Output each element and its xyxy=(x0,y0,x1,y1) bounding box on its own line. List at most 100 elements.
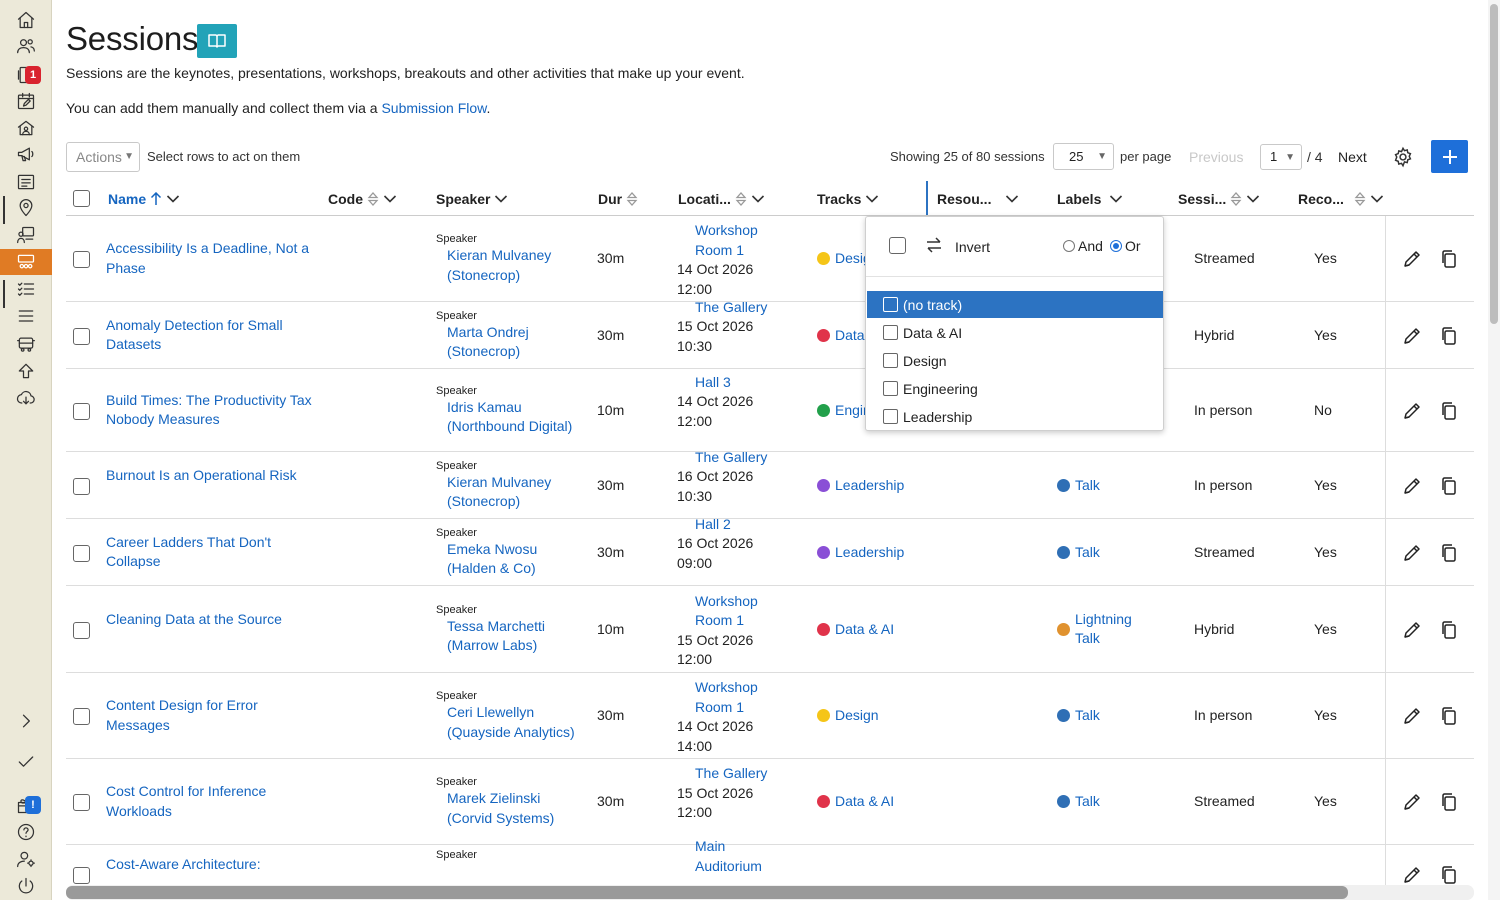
sidebar-item-people[interactable] xyxy=(0,33,52,59)
page-select[interactable]: 1 ▼ xyxy=(1260,144,1302,170)
track-link[interactable]: Data & AI xyxy=(817,792,894,812)
speaker-link[interactable]: Kieran Mulvaney (Stonecrop) xyxy=(436,246,576,285)
track-option-checkbox[interactable] xyxy=(883,325,898,340)
track-option[interactable]: Leadership xyxy=(867,403,1163,430)
duplicate-icon[interactable] xyxy=(1438,325,1460,347)
edit-pencil-icon[interactable] xyxy=(1401,791,1423,813)
edit-pencil-icon[interactable] xyxy=(1401,542,1423,564)
edit-pencil-icon[interactable] xyxy=(1401,864,1423,886)
sidebar-item-help[interactable] xyxy=(0,819,52,845)
duplicate-icon[interactable] xyxy=(1438,400,1460,422)
speaker-link[interactable]: Emeka Nwosu (Halden & Co) xyxy=(436,540,576,579)
label-link[interactable]: Talk xyxy=(1057,706,1147,726)
and-radio-circle[interactable] xyxy=(1063,240,1075,252)
horizontal-scrollbar-thumb[interactable] xyxy=(66,886,1348,899)
chevron-down-icon[interactable] xyxy=(751,194,765,204)
chevron-down-icon[interactable] xyxy=(166,194,180,204)
edit-pencil-icon[interactable] xyxy=(1401,248,1423,270)
location-link[interactable]: Workshop Room 1 xyxy=(677,221,782,260)
sidebar-item-upload[interactable] xyxy=(0,358,52,384)
horizontal-scrollbar[interactable] xyxy=(66,885,1474,900)
location-link[interactable]: Hall 3 xyxy=(677,373,782,393)
speaker-link[interactable]: Ceri Llewellyn (Quayside Analytics) xyxy=(436,703,576,742)
row-checkbox[interactable] xyxy=(73,867,90,884)
session-name-link[interactable]: Career Ladders That Don't Collapse xyxy=(106,533,316,572)
invert-label[interactable]: Invert xyxy=(955,239,990,255)
session-name-link[interactable]: Cost-Aware Architecture: xyxy=(106,855,316,875)
track-option-checkbox[interactable] xyxy=(883,353,898,368)
sidebar-item-checklist[interactable] xyxy=(0,276,52,302)
track-link[interactable]: Leadership xyxy=(817,543,904,563)
row-checkbox[interactable] xyxy=(73,544,90,562)
location-link[interactable]: Workshop Room 1 xyxy=(677,592,782,631)
or-radio[interactable]: Or xyxy=(1110,238,1141,254)
help-guide-button[interactable] xyxy=(197,24,237,58)
sidebar-item-megaphone[interactable] xyxy=(0,141,52,167)
location-link[interactable]: Workshop Room 1 xyxy=(677,678,782,717)
location-link[interactable]: The Gallery xyxy=(677,298,782,318)
chevron-down-icon[interactable] xyxy=(1370,194,1384,204)
select-all-tracks-checkbox[interactable] xyxy=(889,237,906,254)
row-checkbox[interactable] xyxy=(73,327,90,345)
edit-pencil-icon[interactable] xyxy=(1401,705,1423,727)
label-link[interactable]: Talk xyxy=(1057,792,1147,812)
previous-button[interactable]: Previous xyxy=(1189,149,1243,165)
vertical-scrollbar[interactable] xyxy=(1488,0,1500,900)
column-resize-handle[interactable] xyxy=(926,181,928,215)
track-link[interactable]: Data & AI xyxy=(817,620,894,640)
add-session-button[interactable] xyxy=(1431,140,1468,173)
sidebar-item-location-pin[interactable] xyxy=(0,195,52,221)
actions-dropdown[interactable]: Actions ▼ xyxy=(66,142,140,172)
track-option-checkbox[interactable] xyxy=(883,409,898,424)
speaker-link[interactable]: Marek Zielinski (Corvid Systems) xyxy=(436,789,576,828)
column-recorded[interactable]: Reco... xyxy=(1298,191,1384,207)
sidebar-item-cloud-download[interactable] xyxy=(0,385,52,411)
duplicate-icon[interactable] xyxy=(1438,248,1460,270)
row-checkbox[interactable] xyxy=(73,794,90,811)
column-resources[interactable]: Resou... xyxy=(937,191,1019,207)
column-name[interactable]: Name xyxy=(108,191,180,207)
duplicate-icon[interactable] xyxy=(1438,791,1460,813)
speaker-link[interactable]: Marta Ondrej (Stonecrop) xyxy=(436,323,576,362)
session-name-link[interactable]: Cleaning Data at the Source xyxy=(106,610,316,630)
location-link[interactable]: Hall 2 xyxy=(677,515,782,535)
session-name-link[interactable]: Anomaly Detection for Small Datasets xyxy=(106,316,316,355)
row-checkbox[interactable] xyxy=(73,477,90,495)
gear-icon[interactable] xyxy=(1392,146,1414,168)
location-link[interactable]: Main Auditorium xyxy=(677,837,782,876)
duplicate-icon[interactable] xyxy=(1438,475,1460,497)
chevron-down-icon[interactable] xyxy=(494,194,508,204)
row-checkbox[interactable] xyxy=(73,708,90,725)
column-speaker[interactable]: Speaker xyxy=(436,191,508,207)
sidebar-item-bus[interactable] xyxy=(0,331,52,357)
sidebar-item-calendar-edit[interactable] xyxy=(0,88,52,114)
speaker-link[interactable]: Tessa Marchetti (Marrow Labs) xyxy=(436,617,576,656)
vertical-scrollbar-thumb[interactable] xyxy=(1490,4,1498,324)
chevron-down-icon[interactable] xyxy=(865,194,879,204)
session-name-link[interactable]: Cost Control for Inference Workloads xyxy=(106,782,316,821)
chevron-down-icon[interactable] xyxy=(383,194,397,204)
sidebar-item-list[interactable] xyxy=(0,169,52,195)
sidebar-item-power[interactable] xyxy=(0,873,52,899)
session-name-link[interactable]: Build Times: The Productivity Tax Nobody… xyxy=(106,391,316,430)
location-link[interactable]: The Gallery xyxy=(677,448,782,468)
column-location[interactable]: Locati... xyxy=(678,191,765,207)
track-option-checkbox[interactable] xyxy=(883,297,898,312)
row-checkbox[interactable] xyxy=(73,251,90,268)
track-link[interactable]: Design xyxy=(817,706,879,726)
submission-flow-link[interactable]: Submission Flow xyxy=(381,100,486,116)
speaker-link[interactable]: Idris Kamau (Northbound Digital) xyxy=(436,398,576,437)
track-option[interactable]: Design xyxy=(867,347,1163,374)
track-link[interactable]: Leadership xyxy=(817,476,904,496)
track-option[interactable]: (no track) xyxy=(867,291,1163,318)
sidebar-item-home[interactable] xyxy=(0,7,52,33)
duplicate-icon[interactable] xyxy=(1438,619,1460,641)
label-link[interactable]: Lightning Talk xyxy=(1057,610,1147,649)
edit-pencil-icon[interactable] xyxy=(1401,475,1423,497)
location-link[interactable]: The Gallery xyxy=(677,764,782,784)
track-option-checkbox[interactable] xyxy=(883,381,898,396)
session-name-link[interactable]: Content Design for Error Messages xyxy=(106,696,316,735)
and-radio[interactable]: And xyxy=(1063,238,1103,254)
select-all-checkbox[interactable] xyxy=(73,190,90,207)
column-duration[interactable]: Dur xyxy=(598,191,638,207)
